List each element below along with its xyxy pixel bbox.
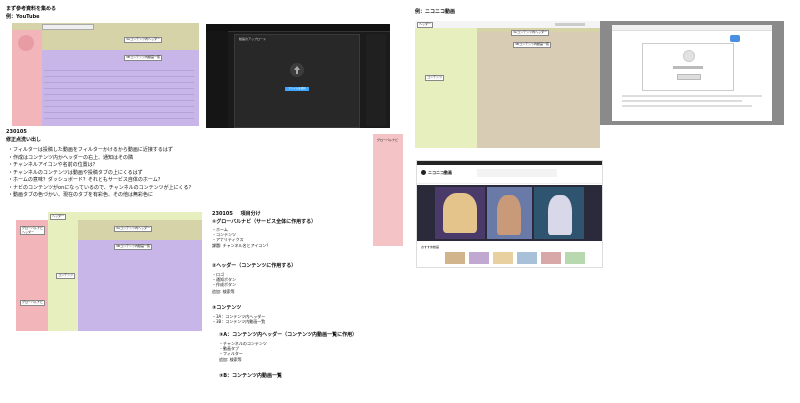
pink-box-label: グローバルナビ	[377, 138, 398, 142]
nico-site-header: ニコニコ動画	[417, 165, 602, 184]
wf-content-header-label: 3Aコンテンツ内ヘッダー	[114, 226, 152, 232]
section1-title: ①グローバルナビ（サービス全体に作用する）	[212, 219, 317, 225]
section3a-note: 追加: 検索等	[219, 357, 242, 362]
niconico-modal-screenshot	[600, 21, 784, 125]
label-video-list: 3Bコンテンツ内動画一覧	[124, 55, 162, 61]
hero-art-right	[534, 187, 584, 239]
section3b-title: ③B：コンテンツ内動画一覧	[219, 373, 283, 379]
yt-header-bar	[12, 23, 199, 30]
section1-note: 課題: チャンネル名とアイコン？	[212, 243, 271, 248]
page-title: まず参考資料を集める	[6, 6, 57, 12]
wf-global-nav: グローバルナビ ヘッダー グローバルナビ	[16, 220, 48, 331]
modal-line	[622, 105, 752, 107]
section2-title: ②ヘッダー（コンテンツに作用する）	[212, 263, 297, 269]
modal-line	[622, 95, 762, 97]
wf-video-list-label: 3Bコンテンツ内動画一覧	[114, 244, 152, 250]
youtube-upload-dark-screenshot: 動画のアップロード ファイルを選択	[206, 24, 390, 128]
nico-hero-banner[interactable]	[417, 185, 602, 241]
modal-upload-icon	[683, 50, 695, 62]
note-item: ナビのコンテンツがonになっているので、チャンネルのコンテンツが上にくる？	[8, 185, 193, 193]
youtube-studio-annotated-screenshot: 3Aコンテンツ内ヘッダー 3Bコンテンツ内動画一覧	[12, 23, 199, 126]
wf-content-label: コンテンツ	[56, 273, 76, 279]
dark-sidebar	[206, 31, 228, 128]
dark-right-panel	[366, 34, 386, 126]
upload-icon	[290, 63, 304, 77]
dark-header	[206, 24, 390, 32]
hero-art-left	[435, 187, 485, 239]
layout-wireframe: ヘッダー グローバルナビ ヘッダー グローバルナビ コンテンツ 3Aコンテンツ内…	[16, 212, 202, 331]
note-item: チャンネルのコンテンツは動画や投稿タブの上にくるはず	[8, 170, 193, 178]
nico-header-buttons	[555, 23, 585, 26]
classification-header: 230105 項目分け	[212, 211, 261, 218]
niconico-site-screenshot: ニコニコ動画 おすすめ動画	[416, 160, 603, 268]
modal-page-header	[612, 25, 772, 31]
section3a-item: ・フィルター	[219, 351, 243, 356]
label-content-header: 3Aコンテンツ内ヘッダー	[124, 37, 162, 43]
nico-header-label: ヘッダー	[417, 22, 434, 28]
section3a-title: ③A：コンテンツ内ヘッダー（コンテンツ内動画一覧に作用）	[219, 332, 358, 338]
classification-date: 230105	[212, 211, 233, 217]
note-item: チャンネルアイコンや名前の位置は？	[8, 162, 193, 170]
yt-video-rows	[44, 65, 194, 123]
video-thumbnail[interactable]	[565, 252, 585, 264]
nico-site-logo[interactable]: ニコニコ動画	[428, 170, 452, 175]
video-thumbnail[interactable]	[469, 252, 489, 264]
modal-line	[622, 100, 742, 102]
section3-item: ・3B：コンテンツ内動画一覧	[212, 319, 266, 324]
wf-global-nav-label-2: グローバルナビ	[20, 300, 45, 306]
note-item: フィルターは投稿した動画をフィルターかけるから動画に近接するはず	[8, 147, 193, 155]
note-item: 動画タブの色づかい、現在のタブを有彩色、その他は無彩色に	[8, 192, 193, 200]
section2-note: 追加: 検索等	[212, 289, 235, 294]
nico-logo-icon	[421, 170, 426, 175]
modal-dialog	[642, 43, 734, 91]
wf-video-list: 3Bコンテンツ内動画一覧	[78, 240, 202, 331]
wf-content: コンテンツ	[48, 220, 78, 331]
modal-file-button[interactable]	[677, 74, 701, 80]
yt-global-nav	[12, 30, 42, 126]
hero-art-center	[487, 187, 532, 239]
modal-action-button[interactable]	[730, 35, 740, 42]
upload-dialog: 動画のアップロード ファイルを選択	[234, 34, 360, 128]
modal-text-line	[673, 66, 703, 69]
section1-item: ・アナリティクス	[212, 237, 244, 242]
section2-item: ・作成ボタン	[212, 282, 236, 287]
upload-dialog-title: 動画のアップロード	[239, 37, 267, 41]
nico-video-list-label: 3Bコンテンツ内動画一覧	[513, 42, 551, 48]
wf-global-nav-label: グローバルナビ ヘッダー	[20, 226, 45, 236]
notes-heading: 修正点洗い出し	[6, 137, 42, 143]
note-item: ホームの意味？ダッシュボード？それともサービス自体のホーム？	[8, 177, 193, 185]
video-thumbnail[interactable]	[517, 252, 537, 264]
example-label-niconico: 例：ニコニコ動画	[415, 9, 456, 15]
channel-avatar	[18, 35, 34, 51]
nico-site-nav[interactable]	[477, 169, 557, 177]
video-thumbnail[interactable]	[445, 252, 465, 264]
video-thumbnail[interactable]	[541, 252, 561, 264]
yt-content-header	[42, 30, 199, 50]
global-nav-sample-box: グローバルナビ	[373, 134, 403, 246]
nico-sidebar-content: コンテンツ	[415, 28, 477, 148]
section3-title: ③コンテンツ	[212, 305, 242, 311]
example-label-youtube: 例：YouTube	[6, 14, 40, 20]
wf-header-label: ヘッダー	[50, 214, 67, 220]
wf-header: ヘッダー	[48, 212, 202, 220]
select-file-button[interactable]: ファイルを選択	[285, 87, 309, 91]
nico-content-label: コンテンツ	[425, 75, 445, 81]
video-thumbnail[interactable]	[493, 252, 513, 264]
niconico-annotated-screenshot: ヘッダー コンテンツ 3Aコンテンツ内ヘッダー 3Bコンテンツ内動画一覧	[415, 21, 600, 148]
notes-date: 230105	[6, 129, 27, 135]
wf-content-header: 3Aコンテンツ内ヘッダー	[78, 220, 202, 240]
modal-page	[612, 25, 772, 121]
nico-content-header-label: 3Aコンテンツ内ヘッダー	[511, 30, 549, 36]
classification-title: 項目分け	[240, 211, 261, 217]
notes-list: フィルターは投稿した動画をフィルターかけるから動画に近接するはず 作成はコンテン…	[8, 147, 193, 200]
note-item: 作成はコンテンツ内かヘッダーの右上、通知はその隣	[8, 155, 193, 163]
nico-section-title: おすすめ動画	[421, 245, 440, 249]
